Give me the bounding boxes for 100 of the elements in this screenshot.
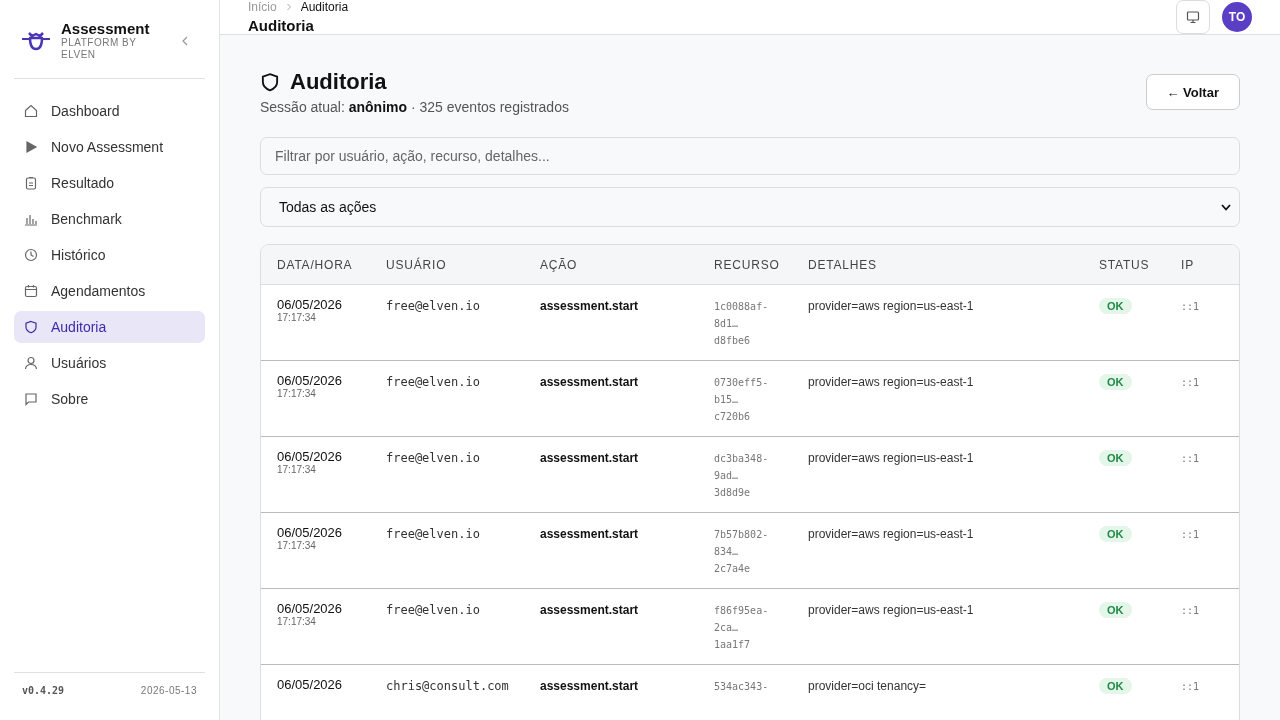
bar-chart-icon	[24, 212, 38, 226]
resource-id: 7b57b802-	[714, 528, 770, 542]
collapse-icon[interactable]	[181, 35, 189, 46]
event-details: provider=aws region=us-east-1	[808, 526, 975, 543]
status-badge: OK	[1099, 526, 1132, 542]
status-badge: OK	[1099, 678, 1132, 694]
event-details: provider=aws region=us-east-1	[808, 298, 975, 315]
status-badge: OK	[1099, 450, 1132, 466]
clipboard-icon	[24, 176, 38, 190]
event-time: 17:17:34	[277, 616, 317, 627]
resource-id: 0730eff5-	[714, 376, 770, 390]
column-header: USUÁRIO	[386, 257, 448, 272]
event-time: 17:17:34	[277, 540, 317, 551]
session-summary: Sessão atual: anônimo · 325 eventos registrados	[260, 99, 569, 115]
event-date: 06/05/2026	[277, 297, 344, 312]
resource-id: 534ac343-	[714, 680, 770, 694]
breadcrumb-current: Auditoria	[300, 0, 349, 14]
event-date: 06/05/2026	[277, 525, 344, 540]
action-name: assessment.start	[540, 602, 640, 619]
resource-id: 9ad…	[714, 469, 740, 483]
resource-id: 3d8d9e	[714, 486, 752, 500]
user-icon	[24, 356, 38, 370]
user-email: free@elven.io	[386, 526, 481, 543]
ip-address: ::1	[1181, 528, 1201, 542]
brand-name: Assessment	[61, 20, 151, 37]
event-date: 06/05/2026	[277, 601, 344, 616]
nav-item[interactable]: Auditoria	[14, 311, 205, 343]
status-badge: OK	[1099, 298, 1132, 314]
event-time: 17:17:34	[277, 312, 317, 323]
ip-address: ::1	[1181, 452, 1201, 466]
ip-address: ::1	[1181, 604, 1201, 618]
action-name: assessment.start	[540, 526, 640, 543]
calendar-icon	[24, 284, 38, 298]
user-avatar[interactable]: TO	[1222, 2, 1252, 32]
resource-id: 1c0088af-	[714, 300, 770, 314]
event-time: 17:17:34	[277, 388, 317, 399]
nav-item[interactable]: Histórico	[14, 239, 205, 271]
brand-subtitle: PLATFORM BY ELVEN	[61, 37, 138, 61]
user-email: free@elven.io	[386, 374, 481, 391]
action-name: assessment.start	[540, 450, 640, 467]
nav-item[interactable]: Agendamentos	[14, 275, 205, 307]
play-icon	[24, 140, 38, 154]
message-icon	[24, 392, 38, 406]
event-date: 06/05/2026	[277, 449, 344, 464]
nav-item[interactable]: Dashboard	[14, 95, 205, 127]
user-email: free@elven.io	[386, 602, 481, 619]
monitor-icon	[1186, 10, 1200, 24]
resource-id: b15…	[714, 393, 740, 407]
header-title: Auditoria	[248, 17, 315, 34]
back-button[interactable]: ← Voltar	[1145, 74, 1240, 110]
chevron-icon	[285, 3, 292, 11]
version-label: v0.4.29	[22, 685, 65, 696]
column-header: IP	[1181, 257, 1195, 272]
display-button[interactable]	[1176, 0, 1210, 34]
column-header: RECURSO	[714, 257, 781, 272]
shield-icon	[24, 320, 38, 334]
event-date: 06/05/2026	[277, 373, 344, 388]
resource-id: 2c7a4e	[714, 562, 752, 576]
clock-icon	[24, 248, 38, 262]
filter-field[interactable]: Filtrar por usuário, ação, recurso, detalhes...	[260, 137, 1240, 175]
ip-address: ::1	[1181, 680, 1201, 694]
event-details: provider=aws region=us-east-1	[808, 450, 975, 467]
build-date: 2026-05-13	[140, 685, 197, 696]
page-title: Auditoria	[290, 69, 387, 95]
user-email: free@elven.io	[386, 298, 481, 315]
home-icon	[24, 104, 38, 118]
event-details: provider=aws region=us-east-1	[808, 602, 975, 619]
event-time: 17:17:34	[277, 464, 317, 475]
user-email: free@elven.io	[386, 450, 481, 467]
resource-id: c720b6	[714, 410, 752, 424]
user-email: chris@consult.com	[386, 678, 510, 695]
ip-address: ::1	[1181, 300, 1201, 314]
nav-item[interactable]: Resultado	[14, 167, 205, 199]
event-date: 06/05/2026	[277, 677, 344, 692]
resource-id: 834…	[714, 545, 740, 559]
resource-id: d8fbe6	[714, 334, 752, 348]
resource-id: f86f95ea-	[714, 604, 770, 618]
status-badge: OK	[1099, 374, 1132, 390]
nav-item[interactable]: Benchmark	[14, 203, 205, 235]
action-name: assessment.start	[540, 298, 640, 315]
shield-icon	[260, 72, 280, 92]
event-details: provider=aws region=us-east-1	[808, 374, 975, 391]
resource-id: 1aa1f7	[714, 638, 752, 652]
action-name: assessment.start	[540, 374, 640, 391]
nav-item[interactable]: Sobre	[14, 383, 205, 415]
resource-id: dc3ba348-	[714, 452, 770, 466]
column-header: AÇÃO	[540, 257, 579, 272]
column-header: STATUS	[1099, 257, 1151, 272]
nav-item[interactable]: Novo Assessment	[14, 131, 205, 163]
chevron-down-icon	[1221, 203, 1231, 211]
status-badge: OK	[1099, 602, 1132, 618]
event-details: provider=oci tenancy=	[808, 678, 928, 695]
ip-address: ::1	[1181, 376, 1201, 390]
resource-id: 2ca…	[714, 621, 740, 635]
action-select[interactable]: Todas as ações	[260, 187, 1240, 227]
column-header: DETALHES	[808, 257, 878, 272]
action-name: assessment.start	[540, 678, 640, 695]
nav-item[interactable]: Usuários	[14, 347, 205, 379]
column-header: DATA/HORA	[277, 257, 354, 272]
resource-id: 8d1…	[714, 317, 740, 331]
